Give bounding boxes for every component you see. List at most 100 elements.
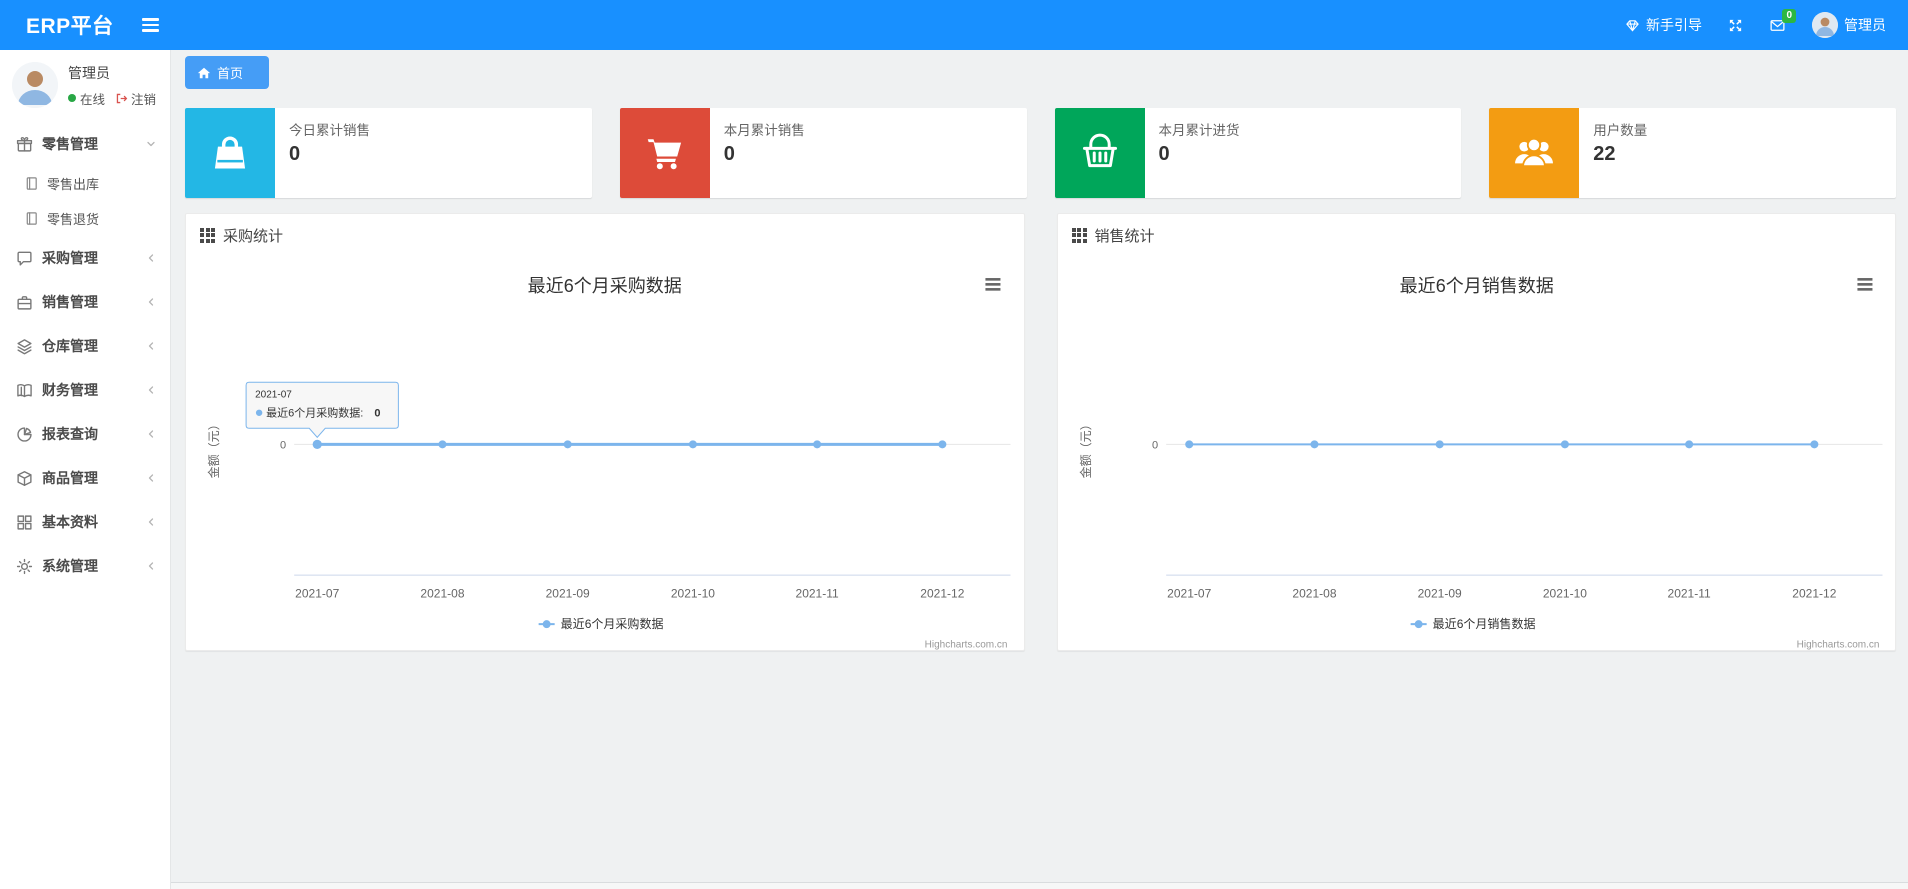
sidebar-item-label: 零售退货 xyxy=(47,212,100,227)
sidebar-item-finance[interactable]: 财务管理 xyxy=(0,368,170,412)
svg-text:2021-12: 2021-12 xyxy=(920,587,964,601)
sign-out-icon xyxy=(116,93,128,103)
y-axis-title: 金额（元） xyxy=(1078,418,1093,478)
box-icon xyxy=(16,470,33,487)
fullscreen-button[interactable] xyxy=(1728,18,1743,33)
main-content: 首页 今日累计销售 0 本月累计销售 0 本月累计进货 0 用户数量 22 采购… xyxy=(171,50,1908,889)
card-user-count: 用户数量 22 xyxy=(1489,108,1896,198)
sidebar-item-retail[interactable]: 零售管理 xyxy=(0,122,170,166)
tooltip-label: 最近6个月采购数据: xyxy=(266,405,363,419)
chevron-left-icon xyxy=(146,297,156,307)
guide-button[interactable]: 新手引导 xyxy=(1625,15,1702,35)
sidebar-item-basic-data[interactable]: 基本资料 xyxy=(0,500,170,544)
stat-cards-row: 今日累计销售 0 本月累计销售 0 本月累计进货 0 用户数量 22 xyxy=(185,108,1896,198)
purchase-panel: 采购统计 最近6个月采购数据 金额（元） 0 2021-07 2021-08 2… xyxy=(185,213,1025,651)
sidebar-item-label: 零售出库 xyxy=(47,177,100,192)
journal-icon xyxy=(24,176,39,191)
card-value: 0 xyxy=(1158,143,1170,165)
chart-title: 最近6个月采购数据 xyxy=(528,276,682,296)
svg-text:2021-07: 2021-07 xyxy=(295,587,339,601)
layers-icon xyxy=(16,338,33,355)
tab-home[interactable]: 首页 xyxy=(185,56,270,89)
footer-divider xyxy=(171,882,1908,889)
card-label: 用户数量 xyxy=(1593,123,1648,138)
x-axis-labels: 2021-07 2021-08 2021-09 2021-10 2021-11 … xyxy=(295,587,965,601)
sidebar: 管理员 在线 注销 零售管理 零售出库 零售退货 采购管理 销售管理 仓库管理 … xyxy=(0,50,171,889)
table-grid-icon xyxy=(1071,227,1087,243)
card-month-purchase: 本月累计进货 0 xyxy=(1054,108,1462,198)
chevron-left-icon xyxy=(146,429,156,439)
sidebar-item-retail-return[interactable]: 零售退货 xyxy=(0,201,170,236)
table-grid-icon xyxy=(200,227,215,243)
online-status-icon xyxy=(68,94,76,102)
svg-text:2021-07: 2021-07 xyxy=(1167,587,1211,601)
chart-tooltip: 2021-07 最近6个月采购数据: 0 xyxy=(245,381,399,439)
cart-icon xyxy=(619,108,710,198)
sidebar-item-sales[interactable]: 销售管理 xyxy=(0,280,170,324)
chart-credits[interactable]: Highcharts.com.cn xyxy=(925,640,1008,651)
svg-text:2021-12: 2021-12 xyxy=(1792,587,1836,601)
shopping-bag-icon xyxy=(185,108,275,198)
chevron-left-icon xyxy=(146,473,156,483)
sidebar-user-panel: 管理员 在线 注销 xyxy=(0,50,170,122)
user-menu[interactable]: 管理员 xyxy=(1812,12,1886,38)
top-navbar: ERP平台 新手引导 0 管理员 xyxy=(0,0,1908,50)
purchase-chart: 最近6个月采购数据 金额（元） 0 2021-07 2021-08 2021-0… xyxy=(186,256,1024,655)
breadcrumb: 首页 xyxy=(185,56,1896,96)
sidebar-item-warehouse[interactable]: 仓库管理 xyxy=(0,324,170,368)
chart-menu-button[interactable] xyxy=(1856,278,1872,291)
pie-chart-icon xyxy=(16,426,33,443)
sidebar-item-label: 财务管理 xyxy=(42,382,98,398)
purchase-panel-header: 采购统计 xyxy=(186,214,1024,256)
svg-text:2021-09: 2021-09 xyxy=(1417,587,1461,601)
sidebar-item-label: 基本资料 xyxy=(42,514,98,530)
brand-logo[interactable]: ERP平台 xyxy=(0,10,114,40)
sidebar-item-label: 采购管理 xyxy=(42,250,98,266)
chart-title: 最近6个月销售数据 xyxy=(1399,276,1553,296)
sidebar-item-label: 报表查询 xyxy=(42,426,98,442)
svg-text:2021-10: 2021-10 xyxy=(1542,587,1586,601)
card-label: 本月累计销售 xyxy=(723,123,805,138)
messages-button[interactable]: 0 xyxy=(1769,8,1796,34)
sidebar-item-purchase[interactable]: 采购管理 xyxy=(0,236,170,280)
sidebar-item-label: 商品管理 xyxy=(42,470,98,486)
gift-icon xyxy=(16,136,33,153)
sales-chart: 最近6个月销售数据 金额（元） 0 2021-07 2021-08 2021-0… xyxy=(1058,256,1896,655)
sidebar-item-reports[interactable]: 报表查询 xyxy=(0,412,170,456)
tooltip-date: 2021-07 xyxy=(255,389,292,400)
sidebar-item-system[interactable]: 系统管理 xyxy=(0,544,170,588)
svg-text:2021-08: 2021-08 xyxy=(420,587,464,601)
legend-item[interactable]: 最近6个月销售数据 xyxy=(1410,616,1535,631)
charts-row: 采购统计 最近6个月采购数据 金额（元） 0 2021-07 2021-08 2… xyxy=(185,213,1896,651)
user-label: 管理员 xyxy=(1844,17,1886,33)
sidebar-item-label: 销售管理 xyxy=(42,294,98,310)
chevron-left-icon xyxy=(146,561,156,571)
card-value: 0 xyxy=(723,143,735,165)
online-status-label: 在线 xyxy=(80,92,106,107)
card-label: 今日累计销售 xyxy=(289,123,370,138)
chart-menu-button[interactable] xyxy=(985,278,1001,291)
card-value: 0 xyxy=(289,143,301,165)
sidebar-item-label: 仓库管理 xyxy=(42,338,98,354)
chevron-left-icon xyxy=(146,253,156,263)
fullscreen-icon xyxy=(1729,19,1742,31)
y-axis-title: 金额（元） xyxy=(206,418,221,478)
briefcase-icon xyxy=(16,294,33,311)
sidebar-toggle-button[interactable] xyxy=(136,12,165,38)
users-icon xyxy=(1489,108,1580,198)
y-axis-tick: 0 xyxy=(1152,439,1158,451)
legend-item[interactable]: 最近6个月采购数据 xyxy=(538,616,664,631)
svg-text:2021-09: 2021-09 xyxy=(546,587,590,601)
sidebar-user-name: 管理员 xyxy=(68,64,110,81)
sidebar-item-goods[interactable]: 商品管理 xyxy=(0,456,170,500)
sidebar-item-retail-outbound[interactable]: 零售出库 xyxy=(0,166,170,201)
basket-icon xyxy=(1054,108,1145,198)
gear-icon xyxy=(16,558,33,575)
svg-text:2021-08: 2021-08 xyxy=(1292,587,1336,601)
chart-credits[interactable]: Highcharts.com.cn xyxy=(1796,640,1879,651)
logout-link[interactable]: 注销 xyxy=(115,89,156,108)
panel-title: 采购统计 xyxy=(223,227,284,245)
y-axis-tick: 0 xyxy=(280,439,286,451)
guide-label: 新手引导 xyxy=(1646,17,1702,33)
chevron-left-icon xyxy=(146,517,156,527)
